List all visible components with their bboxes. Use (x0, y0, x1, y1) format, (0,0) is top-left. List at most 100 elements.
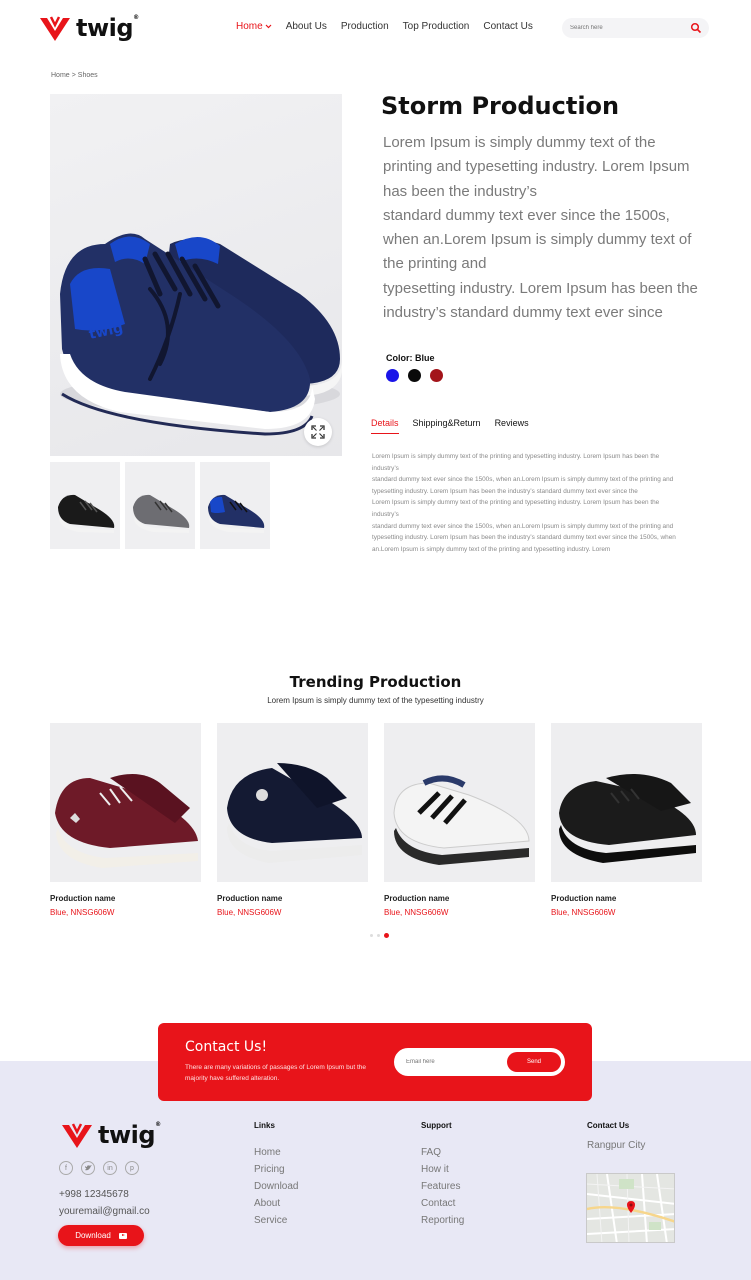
swatch-dark-red[interactable] (430, 369, 443, 382)
header: twig® Home About Us Production Top Produ… (0, 0, 751, 58)
pagination-dot-active[interactable] (384, 933, 389, 938)
product-card[interactable]: Production name Blue, NNSG606W (217, 723, 368, 917)
logo-icon (62, 1123, 92, 1148)
product-card-image[interactable] (217, 723, 368, 882)
logo-icon (40, 16, 70, 41)
product-card[interactable]: Production name Blue, NNSG606W (384, 723, 535, 917)
search-input[interactable] (570, 25, 680, 31)
play-icon (118, 1232, 127, 1239)
thumbnail-blue[interactable] (200, 462, 270, 549)
map-image (587, 1174, 674, 1242)
breadcrumb: Home > Shoes (51, 72, 98, 79)
footer-phone: +998 12345678 (59, 1189, 129, 1200)
grey-sneaker-image (133, 494, 190, 533)
product-card[interactable]: Production name Blue, NNSG606W (50, 723, 201, 917)
trending-subtitle: Lorem Ipsum is simply dummy text of the … (267, 696, 484, 705)
footer-city: Rangpur City (587, 1140, 646, 1151)
product-card-name: Production name (384, 894, 450, 903)
swatch-black[interactable] (408, 369, 421, 382)
facebook-icon[interactable]: f (59, 1161, 73, 1175)
product-card-sku: Blue, NNSG606W (384, 908, 449, 917)
footer-link-features[interactable]: Features (421, 1178, 464, 1195)
product-main-image[interactable]: twig (50, 94, 342, 456)
main-nav: Home About Us Production Top Production … (236, 21, 547, 32)
product-card-name: Production name (50, 894, 116, 903)
footer-link-service[interactable]: Service (254, 1212, 298, 1229)
tab-shipping-return[interactable]: Shipping&Return (413, 418, 481, 434)
search-icon[interactable] (690, 22, 702, 34)
swatch-blue[interactable] (386, 369, 399, 382)
footer-logo[interactable]: twig® (60, 1121, 161, 1149)
footer-link-home[interactable]: Home (254, 1144, 298, 1161)
blue-sneaker-image: twig (60, 233, 342, 436)
product-description: Lorem Ipsum is simply dummy text of the … (383, 134, 698, 322)
footer-brand-name: twig® (98, 1121, 161, 1149)
contact-text: There are many variations of passages of… (185, 1064, 367, 1082)
footer-link-contact[interactable]: Contact (421, 1195, 464, 1212)
product-card-image[interactable] (551, 723, 702, 882)
tab-details[interactable]: Details (371, 418, 399, 434)
color-label: Color: Blue (386, 353, 435, 363)
product-title: Storm Production (381, 92, 620, 120)
white-striped-sneaker-image (393, 775, 530, 865)
nav-item-about[interactable]: About Us (286, 21, 327, 32)
breadcrumb-home[interactable]: Home (51, 72, 70, 79)
black-sneaker-card-image (559, 774, 696, 863)
footer-links-column: Links Home Pricing Download About Servic… (254, 1121, 298, 1229)
expand-image-button[interactable] (304, 418, 332, 446)
download-button[interactable]: Download (58, 1225, 144, 1246)
product-card[interactable]: Production name Blue, NNSG606W (551, 723, 702, 917)
thumbnail-black[interactable] (50, 462, 120, 549)
tab-reviews[interactable]: Reviews (495, 418, 529, 434)
product-card-name: Production name (551, 894, 617, 903)
navy-slipon-image (227, 763, 362, 863)
footer-links-heading: Links (254, 1121, 275, 1130)
details-text: Lorem Ipsum is simply dummy text of the … (372, 453, 676, 553)
send-button[interactable]: Send (507, 1052, 561, 1072)
social-links: f in p (59, 1161, 139, 1175)
product-tabs: Details Shipping&Return Reviews (371, 418, 543, 434)
footer-support-heading: Support (421, 1121, 452, 1130)
black-sneaker-image (58, 494, 115, 533)
product-card-name: Production name (217, 894, 283, 903)
product-card-sku: Blue, NNSG606W (50, 908, 115, 917)
footer-link-download[interactable]: Download (254, 1178, 298, 1195)
nav-item-contact[interactable]: Contact Us (483, 21, 532, 32)
brand-name: twig® (76, 14, 139, 42)
footer-link-faq[interactable]: FAQ (421, 1144, 464, 1161)
nav-item-top-production[interactable]: Top Production (403, 21, 470, 32)
pagination-dot[interactable] (377, 934, 380, 937)
search-bar (562, 18, 709, 38)
footer-contact-column: Contact Us Rangpur City (587, 1121, 645, 1151)
product-card-image[interactable] (50, 723, 201, 882)
blue-sneaker-thumb-image (208, 494, 265, 533)
contact-banner: Contact Us! There are many variations of… (158, 1023, 592, 1101)
product-card-sku: Blue, NNSG606W (217, 908, 282, 917)
nav-item-home[interactable]: Home (236, 21, 272, 32)
footer-link-how-it[interactable]: How it (421, 1161, 464, 1178)
contact-form: Send (394, 1048, 565, 1076)
brand-logo[interactable]: twig® (38, 14, 139, 42)
twitter-icon[interactable] (81, 1161, 95, 1175)
expand-icon (311, 425, 325, 439)
email-field[interactable] (406, 1059, 502, 1065)
trending-title: Trending Production (289, 673, 462, 691)
linkedin-icon[interactable]: in (103, 1161, 117, 1175)
breadcrumb-current: Shoes (77, 72, 98, 79)
product-card-sku: Blue, NNSG606W (551, 908, 616, 917)
thumbnail-grey[interactable] (125, 462, 195, 549)
location-map[interactable] (586, 1173, 675, 1243)
thumbnail-strip (50, 462, 270, 549)
chevron-down-icon (265, 24, 272, 29)
footer-link-pricing[interactable]: Pricing (254, 1161, 298, 1178)
pinterest-icon[interactable]: p (125, 1161, 139, 1175)
product-card-image[interactable] (384, 723, 535, 882)
breadcrumb-separator: > (71, 72, 76, 79)
footer-link-about[interactable]: About (254, 1195, 298, 1212)
footer-link-reporting[interactable]: Reporting (421, 1212, 464, 1229)
pagination-dot[interactable] (370, 934, 373, 937)
carousel-pagination (370, 933, 389, 938)
maroon-sneaker-image (55, 774, 198, 868)
nav-item-production[interactable]: Production (341, 21, 389, 32)
footer-email: youremail@gmail.co (59, 1206, 150, 1217)
